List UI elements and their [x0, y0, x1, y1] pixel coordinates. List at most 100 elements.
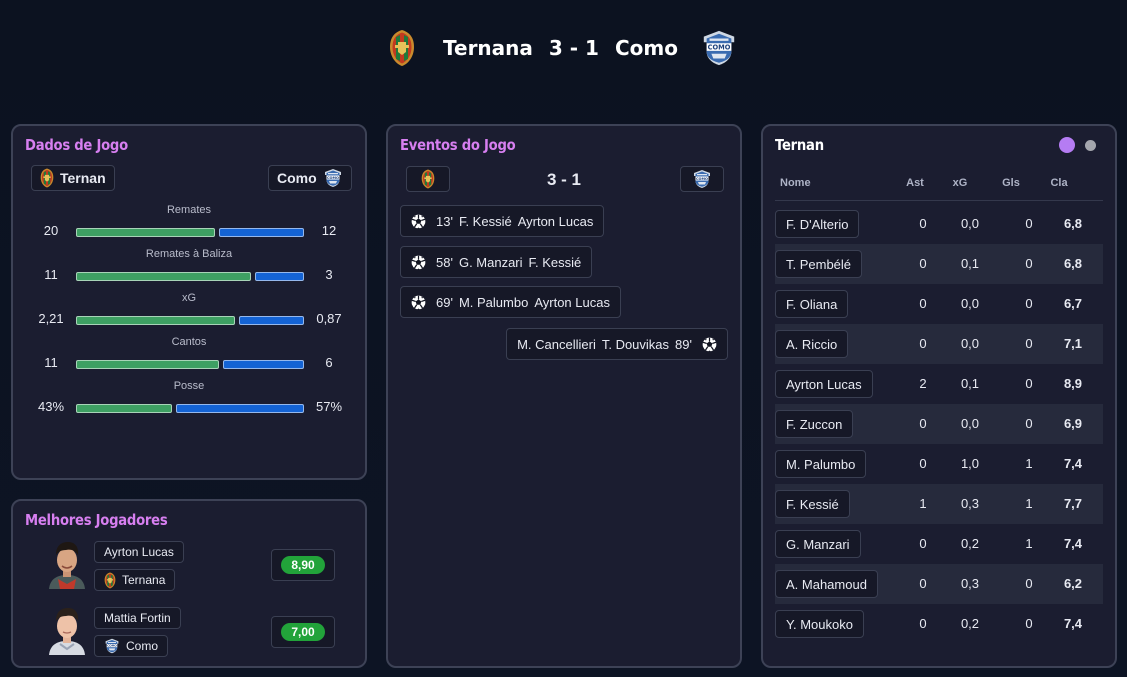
stat-away-bar: [176, 404, 304, 413]
player-rating-badge: 7,00: [281, 623, 325, 641]
player-rating: 6,8: [1063, 256, 1083, 271]
event-scorer: T. Douvikas: [601, 336, 670, 352]
match-header: Ternana 3 - 1 Como: [0, 28, 1127, 68]
player-xg: 0,3: [960, 496, 980, 511]
event-scorer: F. Kessié: [458, 213, 512, 229]
player-goals: 0: [1025, 616, 1033, 631]
stat-away-value: 57%: [315, 399, 343, 414]
event-assist: F. Kessié: [528, 254, 582, 270]
player-name-chip[interactable]: Ayrton Lucas: [775, 370, 873, 398]
stat-home-value: 20: [43, 223, 59, 238]
header-divider: [775, 200, 1103, 201]
player-name-chip[interactable]: A. Riccio: [775, 330, 849, 358]
player-assists: 0: [919, 576, 927, 591]
player-xg: 0,0: [960, 216, 980, 231]
best-player-name-chip[interactable]: Mattia Fortin: [94, 607, 181, 629]
team-toggle-away[interactable]: [1085, 140, 1096, 151]
event-assist: Ayrton Lucas: [534, 294, 610, 310]
player-goals: 1: [1025, 456, 1033, 471]
event-scorer: G. Manzari: [458, 254, 523, 270]
player-name: Y. Moukoko: [786, 616, 853, 632]
table-row[interactable]: F. D'Alterio 0 0,0 0 6,8: [775, 204, 1103, 244]
player-name-chip[interactable]: A. Mahamoud: [775, 570, 878, 598]
stat-home-value: 2,21: [38, 311, 64, 326]
best-player-team-chip[interactable]: Ternana: [94, 569, 176, 591]
player-xg: 0,0: [960, 416, 980, 431]
player-name: M. Palumbo: [786, 456, 856, 472]
stat-label: Posse: [173, 380, 205, 392]
player-name-chip[interactable]: Y. Moukoko: [775, 610, 864, 638]
player-name-chip[interactable]: F. Zuccon: [775, 410, 854, 438]
table-row[interactable]: F. Kessié 1 0,3 1 7,7: [775, 484, 1103, 524]
player-rating: 8,9: [1063, 376, 1083, 391]
table-row[interactable]: G. Manzari 0 0,2 1 7,4: [775, 524, 1103, 564]
football-icon: [411, 255, 426, 270]
stat-label: Cantos: [171, 336, 207, 348]
table-row[interactable]: Y. Moukoko 0 0,2 0 7,4: [775, 604, 1103, 644]
player-name-chip[interactable]: M. Palumbo: [775, 450, 867, 478]
player-name-chip[interactable]: T. Pembélé: [775, 250, 863, 278]
player-goals: 0: [1025, 416, 1033, 431]
stat-away-bar: [255, 272, 304, 281]
table-row[interactable]: T. Pembélé 0 0,1 0 6,8: [775, 244, 1103, 284]
stat-home-value: 43%: [37, 399, 65, 414]
table-row[interactable]: A. Riccio 0 0,0 0 7,1: [775, 324, 1103, 364]
goal-event[interactable]: M. Cancellieri T. Douvikas 89': [506, 328, 728, 360]
player-avatar: [49, 542, 85, 589]
player-rating: 7,4: [1063, 536, 1083, 551]
match-events-panel: Eventos do Jogo 3 - 1 13' F. Kessié Ayrt…: [386, 124, 742, 668]
stat-away-value: 0,87: [316, 311, 342, 326]
table-row[interactable]: M. Palumbo 0 1,0 1 7,4: [775, 444, 1103, 484]
player-rating-badge: 8,90: [281, 556, 325, 574]
player-avatar: [49, 608, 85, 655]
player-name: A. Mahamoud: [786, 576, 867, 592]
player-rating: 6,8: [1063, 216, 1083, 231]
best-player-name-chip[interactable]: Ayrton Lucas: [94, 541, 184, 563]
como-crest-icon: [692, 169, 712, 189]
table-row[interactable]: F. Zuccon 0 0,0 0 6,9: [775, 404, 1103, 444]
event-minute: 89': [675, 336, 692, 352]
match-stats-title: Dados de Jogo: [25, 136, 128, 154]
player-goals: 1: [1025, 536, 1033, 551]
best-player-rating-chip: 7,00: [271, 616, 335, 648]
player-name-chip[interactable]: G. Manzari: [775, 530, 861, 558]
best-player-team-chip[interactable]: Como: [94, 635, 169, 657]
event-scorer: M. Palumbo: [458, 294, 529, 310]
goal-event[interactable]: 69' M. Palumbo Ayrton Lucas: [400, 286, 621, 318]
best-player-name: Ayrton Lucas: [104, 545, 174, 559]
player-name: F. Zuccon: [786, 416, 843, 432]
player-name-chip[interactable]: F. Oliana: [775, 290, 849, 318]
goal-event[interactable]: 58' G. Manzari F. Kessié: [400, 246, 593, 278]
table-row[interactable]: Ayrton Lucas 2 0,1 0 8,9: [775, 364, 1103, 404]
stat-away-value: 6: [325, 355, 333, 370]
table-row[interactable]: F. Oliana 0 0,0 0 6,7: [775, 284, 1103, 324]
como-crest-icon: [700, 29, 738, 67]
ternana-crest-icon: [40, 168, 54, 188]
player-xg: 0,1: [960, 376, 980, 391]
player-goals: 0: [1025, 216, 1033, 231]
column-header-name: Nome: [780, 177, 811, 189]
player-name-chip[interactable]: F. Kessié: [775, 490, 850, 518]
player-name-chip[interactable]: F. D'Alterio: [775, 210, 860, 238]
football-icon: [702, 337, 717, 352]
player-assists: 0: [919, 416, 927, 431]
player-rating: 6,2: [1063, 576, 1083, 591]
team-toggle-home[interactable]: [1059, 137, 1075, 153]
away-team-chip[interactable]: Como: [268, 165, 352, 191]
home-team-name: Ternana: [443, 36, 533, 60]
goal-event[interactable]: 13' F. Kessié Ayrton Lucas: [400, 205, 605, 237]
player-goals: 0: [1025, 256, 1033, 271]
home-team-chip[interactable]: Ternan: [31, 165, 115, 191]
player-assists: 0: [919, 456, 927, 471]
player-name: A. Riccio: [786, 336, 838, 352]
player-name: Ayrton Lucas: [786, 376, 862, 392]
stat-label: xG: [181, 292, 197, 304]
player-xg: 1,0: [960, 456, 980, 471]
away-team-crest-chip[interactable]: [680, 166, 724, 192]
player-xg: 0,2: [960, 616, 980, 631]
event-minute: 58': [436, 254, 453, 270]
ternana-crest-icon: [389, 29, 415, 67]
match-stats-panel: Dados de Jogo Ternan Como Remates 20 12 Rem…: [11, 124, 367, 480]
best-player-team: Como: [126, 639, 159, 653]
table-row[interactable]: A. Mahamoud 0 0,3 0 6,2: [775, 564, 1103, 604]
